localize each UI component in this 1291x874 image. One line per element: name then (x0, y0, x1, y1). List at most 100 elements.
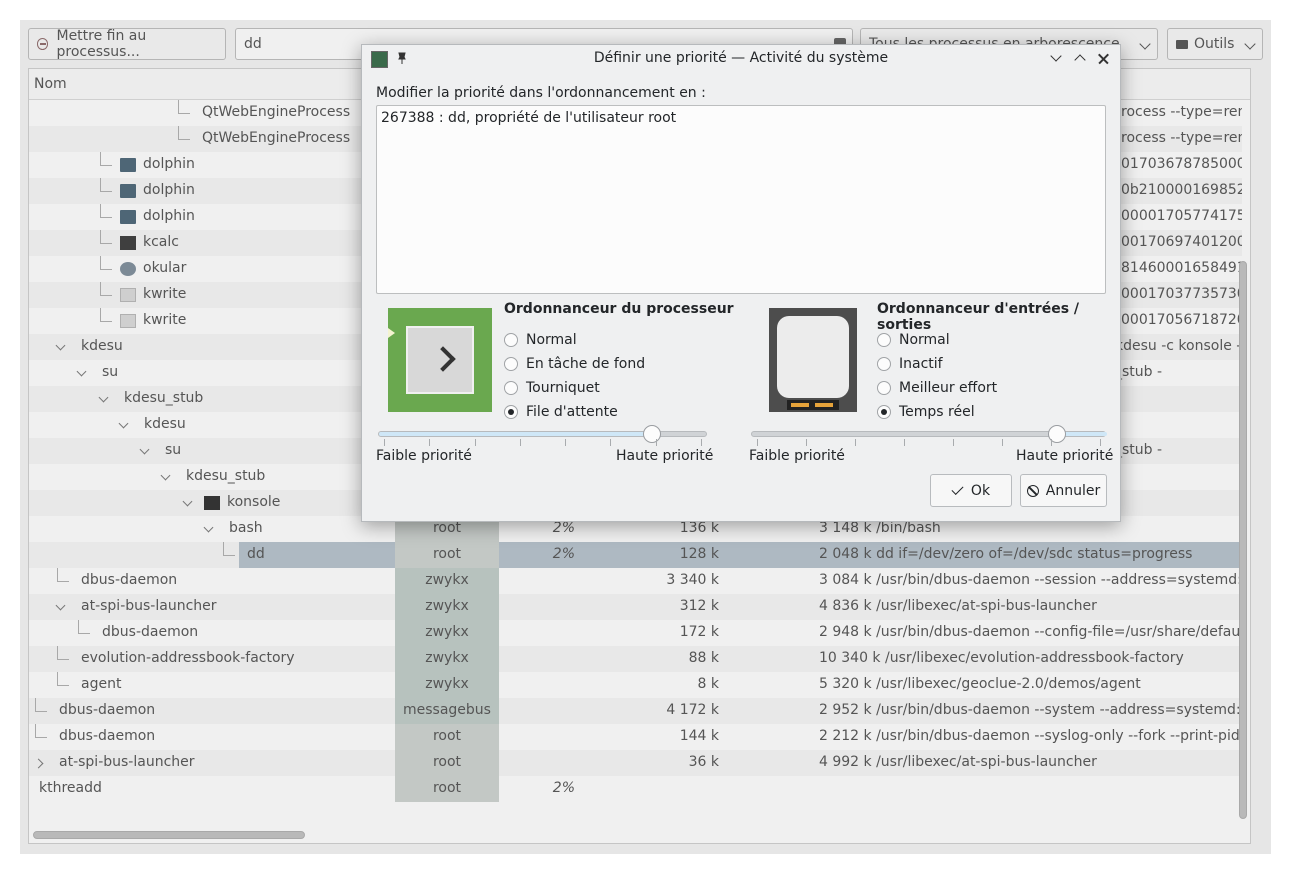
kwrite-icon (120, 288, 136, 302)
minimize-icon[interactable] (1048, 51, 1064, 67)
search-value: dd (244, 36, 262, 52)
radio-normal[interactable]: Normal (504, 332, 577, 348)
radio-meilleur-effort[interactable]: Meilleur effort (877, 380, 997, 396)
chevron-down-icon[interactable] (118, 418, 129, 429)
folder-icon (120, 184, 136, 198)
chevron-down-icon[interactable] (76, 366, 87, 377)
process-memory: 36 k (688, 754, 719, 770)
chevron-down-icon[interactable] (98, 392, 109, 403)
tools-menu-button[interactable]: Outils (1167, 28, 1263, 60)
process-command: 2 212 k /usr/bin/dbus-daemon --syslog-on… (819, 728, 1242, 744)
cpu-chip-icon (388, 308, 492, 412)
radio-indicator (877, 333, 891, 347)
chevron-down-icon[interactable] (182, 496, 193, 507)
process-command: _stub - (1115, 364, 1163, 380)
process-command: 3 084 k /usr/bin/dbus-daemon --session -… (819, 572, 1242, 588)
radio-temps-r-el[interactable]: Temps réel (877, 404, 975, 420)
process-user: zwykx (425, 598, 469, 614)
process-name: dolphin (143, 208, 195, 224)
kill-process-label: Mettre fin au processus... (56, 28, 147, 60)
process-name: kdesu (144, 416, 186, 432)
chevron-down-icon[interactable] (203, 522, 214, 533)
table-row[interactable]: dbus-daemon messagebus 4 172 k 2 952 k /usr… (29, 698, 1242, 724)
process-command: 2 952 k /usr/bin/dbus-daemon --system --… (819, 702, 1242, 718)
cpu-slider-ticks (378, 439, 707, 447)
chevron-down-icon[interactable] (55, 340, 66, 351)
process-command: 000170377357300 (1121, 286, 1242, 302)
process-memory: 144 k (679, 728, 719, 744)
vertical-scrollbar-thumb[interactable] (1239, 261, 1247, 819)
horizontal-scrollbar[interactable] (33, 831, 1233, 839)
table-row[interactable]: dbus-daemon zwykx 172 k 2 948 k /usr/bin/db… (29, 620, 1242, 646)
process-cpu: 2% (552, 520, 575, 536)
process-command: 000017057741750 (1121, 208, 1242, 224)
io-low-priority-label: Faible priorité (749, 448, 845, 464)
radio-tourniquet[interactable]: Tourniquet (504, 380, 600, 396)
process-name: dbus-daemon (81, 572, 178, 588)
process-name: kdesu_stub (124, 390, 204, 406)
chevron-down-icon[interactable] (139, 444, 150, 455)
radio-normal[interactable]: Normal (877, 332, 950, 348)
process-command: 0b21000016985285 (1121, 182, 1242, 198)
vertical-scrollbar[interactable] (1239, 101, 1247, 843)
cpu-low-priority-label: Faible priorité (376, 448, 472, 464)
process-name: at-spi-bus-launcher (59, 754, 195, 770)
disk-drive-icon (769, 308, 857, 412)
radio-label: Meilleur effort (899, 380, 998, 396)
table-row[interactable]: dbus-daemon root 144 k 2 212 k /usr/bin/dbu… (29, 724, 1242, 750)
process-user: root (432, 780, 462, 796)
folder-icon (120, 210, 136, 224)
okular-icon (120, 262, 136, 276)
table-row[interactable]: dd root 2% 128 k 2 048 k dd if=/dev/zero of=… (29, 542, 1242, 568)
ok-button[interactable]: Ok (930, 474, 1012, 507)
cancel-button[interactable]: Annuler (1020, 474, 1107, 507)
process-user: zwykx (425, 624, 469, 640)
maximize-icon[interactable] (1072, 51, 1088, 67)
chevron-down-icon (1139, 38, 1151, 50)
process-user: zwykx (425, 572, 469, 588)
process-name: su (165, 442, 182, 458)
cancel-icon (1026, 484, 1039, 497)
process-name: QtWebEngineProcess (202, 130, 351, 146)
kwrite-icon (120, 314, 136, 328)
horizontal-scrollbar-thumb[interactable] (33, 831, 305, 839)
io-slider-ticks (751, 439, 1106, 447)
chevron-right-icon[interactable] (33, 758, 44, 769)
table-row[interactable]: agent zwykx 8 k 5 320 k /usr/libexec/geoclu… (29, 672, 1242, 698)
io-priority-slider[interactable] (751, 425, 1107, 443)
process-cpu: 2% (552, 546, 575, 562)
process-name: konsole (227, 494, 281, 510)
table-row[interactable]: at-spi-bus-launcher root 36 k 4 992 k /usr/… (29, 750, 1242, 776)
toolbox-icon (1176, 39, 1188, 49)
table-row[interactable]: evolution-addressbook-factory zwykx 88 k 10… (29, 646, 1242, 672)
cpu-priority-slider[interactable] (378, 425, 707, 443)
calc-icon (120, 236, 136, 250)
process-command: 0170367878500000 (1121, 156, 1242, 172)
process-command: 5 320 k /usr/libexec/geoclue-2.0/demos/a… (819, 676, 1141, 692)
radio-label: Normal (899, 332, 950, 348)
process-name: dolphin (143, 182, 195, 198)
table-row[interactable]: kthreadd root 2% (29, 776, 1242, 802)
set-priority-dialog: Définir une priorité — Activité du systè… (361, 44, 1121, 522)
radio-indicator (877, 357, 891, 371)
radio-indicator (504, 405, 518, 419)
process-name: evolution-addressbook-factory (81, 650, 295, 666)
process-name: kwrite (143, 286, 187, 302)
radio-file-d-attente[interactable]: File d'attente (504, 404, 618, 420)
table-row[interactable]: dbus-daemon zwykx 3 340 k 3 084 k /usr/bin/… (29, 568, 1242, 594)
process-command: 000170567187200 (1121, 312, 1242, 328)
chevron-down-icon[interactable] (160, 470, 171, 481)
process-name: dbus-daemon (59, 702, 156, 718)
dialog-titlebar[interactable]: Définir une priorité — Activité du systè… (362, 45, 1120, 73)
process-user: root (432, 546, 462, 562)
process-command: _stub - (1115, 442, 1163, 458)
chevron-down-icon[interactable] (55, 600, 66, 611)
process-command: 8146000165849137 (1121, 260, 1242, 276)
process-user: root (432, 728, 462, 744)
table-row[interactable]: at-spi-bus-launcher zwykx 312 k 4 836 k /us… (29, 594, 1242, 620)
radio-inactif[interactable]: Inactif (877, 356, 943, 372)
kill-process-button[interactable]: Mettre fin au processus... (28, 28, 226, 60)
process-name: dbus-daemon (102, 624, 199, 640)
close-icon[interactable] (1096, 51, 1112, 67)
radio-en-t-che-de-fond[interactable]: En tâche de fond (504, 356, 645, 372)
